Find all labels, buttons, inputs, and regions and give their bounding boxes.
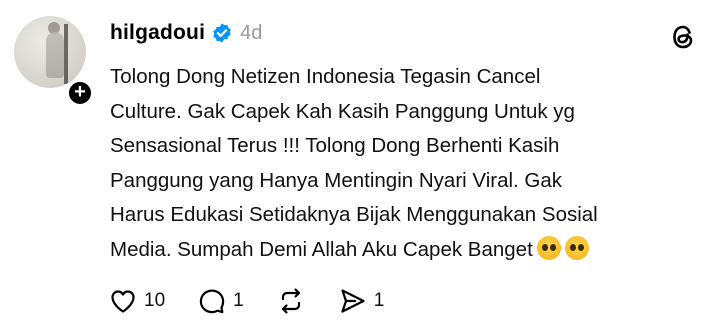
verified-badge-icon: [213, 23, 231, 43]
post-text-last-line: Media. Sumpah Demi Allah Aku Capek Bange…: [110, 233, 710, 268]
send-icon: [341, 289, 365, 313]
repost-button[interactable]: [276, 286, 306, 316]
timestamp: 4d: [240, 21, 263, 44]
post-text-line: Sensasional Terus !!! Tolong Dong Berhen…: [110, 134, 560, 157]
like-button[interactable]: 10: [108, 286, 165, 316]
post-text-line: Harus Edukasi Setidaknya Bijak Menggunak…: [110, 203, 598, 226]
threads-logo-icon[interactable]: [668, 22, 698, 52]
post-text-line: Panggung yang Hanya Mentingin Nyari Vira…: [110, 168, 563, 192]
comment-icon: [199, 289, 225, 314]
post-text-line: Tolong Dong Netizen Indonesia Tegasin Ca…: [110, 65, 541, 88]
reply-button[interactable]: 1: [197, 286, 244, 316]
post-text-line: Media. Sumpah Demi Allah Aku Capek Bange…: [110, 237, 533, 261]
crying-face-emoji: [564, 235, 589, 260]
avatar-pole: [64, 24, 68, 84]
follow-button[interactable]: +: [66, 79, 94, 107]
pleading-face-emoji: [536, 235, 561, 260]
share-button[interactable]: 1: [338, 286, 385, 316]
avatar-figure: [46, 32, 64, 78]
post-text: Tolong Dong Netizen Indonesia Tegasin Ca…: [110, 60, 710, 267]
like-count: 10: [144, 290, 166, 311]
avatar[interactable]: [14, 16, 86, 88]
post-header: hilgadoui 4d: [110, 18, 262, 48]
share-count: 1: [373, 290, 385, 311]
action-bar: 10 1 1: [108, 286, 416, 316]
post-text-line: Culture. Gak Capek Kah Kasih Panggung Un…: [110, 99, 575, 123]
thread-post: + hilgadoui 4d Tolong Dong Netizen Indon…: [0, 0, 720, 334]
reply-count: 1: [233, 290, 244, 311]
repost-icon: [281, 288, 300, 314]
username[interactable]: hilgadoui: [110, 21, 205, 45]
heart-icon: [111, 290, 135, 313]
